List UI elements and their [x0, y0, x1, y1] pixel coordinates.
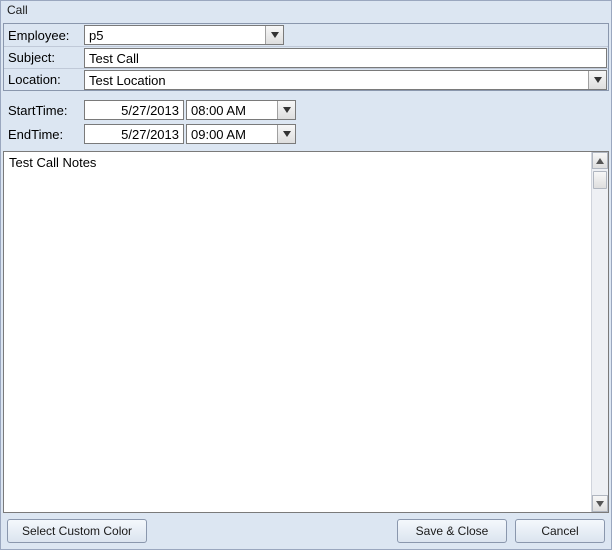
- location-combo[interactable]: Test Location: [84, 70, 607, 90]
- label-location: Location:: [4, 72, 84, 87]
- row-location: Location: Test Location: [4, 68, 608, 90]
- scroll-thumb[interactable]: [593, 171, 607, 189]
- label-subject: Subject:: [4, 50, 84, 65]
- label-end-time: EndTime:: [4, 127, 84, 142]
- location-dropdown-button[interactable]: [588, 71, 606, 89]
- notes-scrollbar[interactable]: [591, 152, 608, 512]
- employee-value: p5: [85, 26, 265, 44]
- notes-text: Test Call Notes: [4, 152, 591, 512]
- button-bar: Select Custom Color Save & Close Cancel: [1, 513, 611, 549]
- select-custom-color-label: Select Custom Color: [22, 524, 132, 538]
- scroll-track[interactable]: [592, 169, 608, 495]
- select-custom-color-button[interactable]: Select Custom Color: [7, 519, 147, 543]
- scroll-down-button[interactable]: [592, 495, 608, 512]
- save-close-button[interactable]: Save & Close: [397, 519, 507, 543]
- start-time-dropdown-button[interactable]: [277, 101, 295, 119]
- window-title: Call: [7, 3, 28, 17]
- row-employee: Employee: p5: [4, 24, 608, 46]
- end-date-input[interactable]: 5/27/2013: [84, 124, 184, 144]
- start-date-input[interactable]: 5/27/2013: [84, 100, 184, 120]
- chevron-down-icon: [596, 501, 604, 507]
- chevron-down-icon: [271, 32, 279, 38]
- time-section: StartTime: 5/27/2013 08:00 AM EndTime: 5…: [3, 97, 609, 147]
- subject-value: Test Call: [89, 51, 139, 66]
- label-start-time: StartTime:: [4, 103, 84, 118]
- chevron-down-icon: [283, 107, 291, 113]
- notes-area[interactable]: Test Call Notes: [3, 151, 609, 513]
- cancel-button[interactable]: Cancel: [515, 519, 605, 543]
- row-end-time: EndTime: 5/27/2013 09:00 AM: [4, 122, 608, 146]
- title-bar: Call: [1, 1, 611, 23]
- start-date-value: 5/27/2013: [121, 103, 179, 118]
- chevron-down-icon: [283, 131, 291, 137]
- row-start-time: StartTime: 5/27/2013 08:00 AM: [4, 98, 608, 122]
- start-time-combo[interactable]: 08:00 AM: [186, 100, 296, 120]
- save-close-label: Save & Close: [416, 524, 489, 538]
- end-date-value: 5/27/2013: [121, 127, 179, 142]
- chevron-down-icon: [594, 77, 602, 83]
- chevron-up-icon: [596, 158, 604, 164]
- cancel-label: Cancel: [541, 524, 578, 538]
- employee-combo[interactable]: p5: [84, 25, 284, 45]
- end-time-value: 09:00 AM: [187, 125, 277, 143]
- subject-input[interactable]: Test Call: [84, 48, 607, 68]
- label-employee: Employee:: [4, 28, 84, 43]
- employee-dropdown-button[interactable]: [265, 26, 283, 44]
- end-time-combo[interactable]: 09:00 AM: [186, 124, 296, 144]
- start-time-value: 08:00 AM: [187, 101, 277, 119]
- scroll-up-button[interactable]: [592, 152, 608, 169]
- end-time-dropdown-button[interactable]: [277, 125, 295, 143]
- row-subject: Subject: Test Call: [4, 46, 608, 68]
- location-value: Test Location: [85, 71, 588, 89]
- form-section: Employee: p5 Subject: Test Call Location…: [3, 23, 609, 91]
- call-dialog: Call Employee: p5 Subject: Test Call Loc…: [0, 0, 612, 550]
